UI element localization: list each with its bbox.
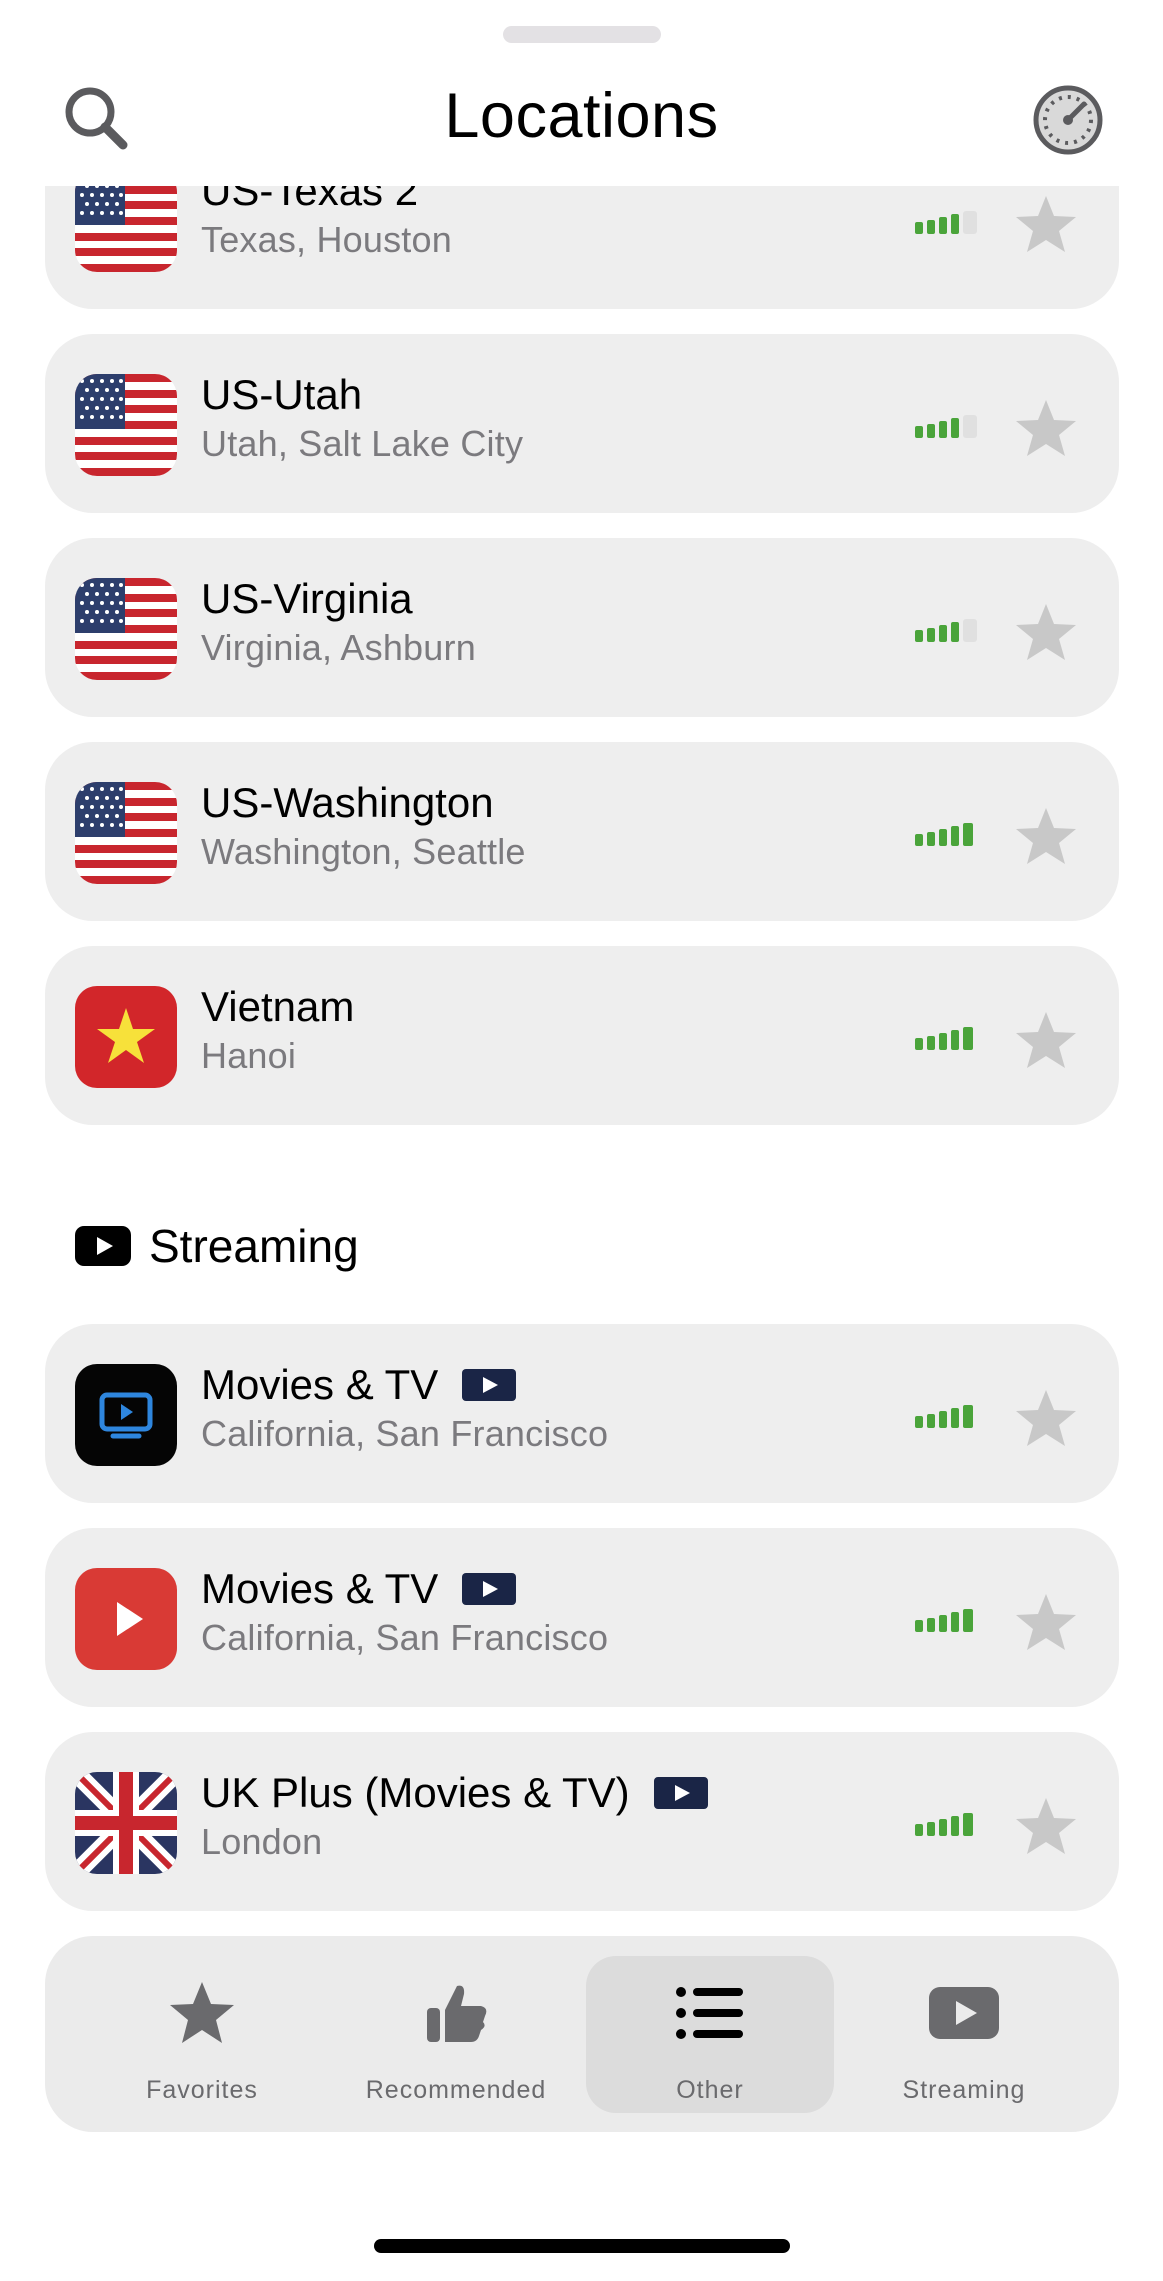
location-name: US-Utah [201, 371, 363, 418]
us-flag-icon [75, 578, 177, 680]
section-label: Streaming [149, 1220, 359, 1272]
speedometer-icon[interactable] [1030, 82, 1106, 158]
tab-other[interactable]: Other [586, 1936, 834, 2132]
play-icon [75, 1226, 131, 1266]
location-name: UK Plus (Movies & TV) [201, 1768, 708, 1818]
location-row[interactable]: Movies & TV California, San Francisco [45, 1324, 1119, 1503]
signal-strength-icon [915, 1024, 985, 1052]
location-city: Texas, Houston [201, 219, 452, 260]
thumbs-up-icon [421, 1978, 491, 2048]
location-city: Virginia, Ashburn [201, 627, 476, 668]
location-city: Hanoi [201, 1035, 297, 1076]
tab-label: Streaming [902, 2076, 1026, 2104]
favorite-star-icon[interactable] [1014, 194, 1078, 254]
list-icon [675, 1978, 745, 2048]
location-name: Movies & TV [201, 1360, 517, 1410]
favorite-star-icon[interactable] [1014, 1796, 1078, 1856]
us-flag-icon [75, 186, 177, 272]
location-row[interactable]: US-Texas 2 Texas, Houston [45, 186, 1119, 309]
favorite-star-icon[interactable] [1014, 1592, 1078, 1652]
location-city: London [201, 1821, 323, 1862]
location-name: US-Texas 2 [201, 186, 419, 214]
location-city: California, San Francisco [201, 1413, 609, 1454]
tab-label: Recommended [365, 2076, 547, 2104]
tab-recommended[interactable]: Recommended [332, 1936, 580, 2132]
location-row[interactable]: US-Virginia Virginia, Ashburn [45, 538, 1119, 717]
header: Locations [0, 60, 1163, 184]
location-row[interactable]: US-Utah Utah, Salt Lake City [45, 334, 1119, 513]
signal-strength-icon [915, 1402, 985, 1430]
play-icon [929, 1978, 999, 2048]
location-row[interactable]: UK Plus (Movies & TV) London [45, 1732, 1119, 1911]
signal-strength-icon [915, 208, 985, 236]
us-flag-icon [75, 782, 177, 884]
location-name: Movies & TV [201, 1564, 517, 1614]
locations-sheet: Locations US-Texas 2 Texas, Houston US-U… [0, 0, 1163, 2281]
location-name: US-Virginia [201, 575, 413, 622]
streaming-badge-icon [462, 1369, 517, 1401]
signal-strength-icon [915, 1606, 985, 1634]
location-name: US-Washington [201, 779, 494, 826]
tab-streaming[interactable]: Streaming [840, 1936, 1088, 2132]
streaming-badge-icon [462, 1573, 517, 1605]
location-row[interactable]: Vietnam Hanoi [45, 946, 1119, 1125]
signal-strength-icon [915, 820, 985, 848]
star-icon [167, 1978, 237, 2048]
favorite-star-icon[interactable] [1014, 1388, 1078, 1448]
uk-flag-icon [75, 1772, 177, 1874]
tab-label: Favorites [146, 2076, 258, 2104]
tab-label: Other [676, 2076, 744, 2104]
favorite-star-icon[interactable] [1014, 806, 1078, 866]
us-flag-icon [75, 374, 177, 476]
location-name: Vietnam [201, 983, 355, 1030]
favorite-star-icon[interactable] [1014, 398, 1078, 458]
tab-bar: Favorites Recommended Other Streaming [45, 1936, 1119, 2132]
location-city: Washington, Seattle [201, 831, 526, 872]
sheet-grabber[interactable] [503, 26, 661, 43]
location-city: California, San Francisco [201, 1617, 609, 1658]
streaming-badge-icon [653, 1777, 708, 1809]
page-title: Locations [444, 81, 719, 151]
home-indicator[interactable] [374, 2239, 790, 2253]
vietnam-flag-icon [75, 986, 177, 1088]
favorite-star-icon[interactable] [1014, 602, 1078, 662]
signal-strength-icon [915, 616, 985, 644]
streaming-section-header: Streaming [75, 1216, 359, 1276]
location-row[interactable]: Movies & TV California, San Francisco [45, 1528, 1119, 1707]
signal-strength-icon [915, 412, 985, 440]
tv-app-icon [75, 1364, 177, 1466]
location-row[interactable]: US-Washington Washington, Seattle [45, 742, 1119, 921]
tab-favorites[interactable]: Favorites [78, 1936, 326, 2132]
location-list[interactable]: US-Texas 2 Texas, Houston US-Utah Utah, … [0, 186, 1163, 1916]
youtube-app-icon [75, 1568, 177, 1670]
signal-strength-icon [915, 1810, 985, 1838]
favorite-star-icon[interactable] [1014, 1010, 1078, 1070]
location-city: Utah, Salt Lake City [201, 423, 524, 464]
